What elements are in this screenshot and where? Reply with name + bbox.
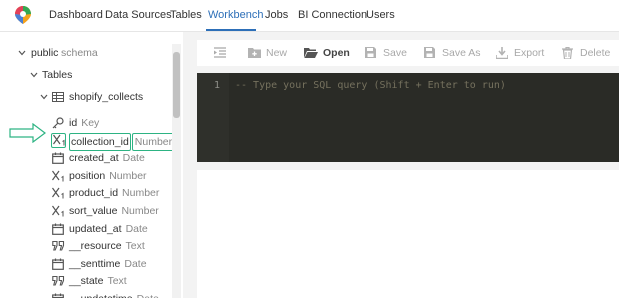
column-name: __resource bbox=[69, 240, 122, 252]
calendar-icon bbox=[52, 223, 64, 239]
new-folder-icon bbox=[248, 48, 261, 58]
export-icon bbox=[496, 47, 508, 59]
indent-icon bbox=[214, 47, 226, 58]
calendar-icon bbox=[52, 258, 64, 274]
sidebar-scrollbar-thumb[interactable] bbox=[173, 52, 180, 118]
top-navigation: Dashboard Data Sources Tables Workbench … bbox=[0, 0, 619, 32]
column-type: Number bbox=[122, 187, 160, 199]
column-name: position bbox=[69, 170, 106, 182]
delete-label: Delete bbox=[580, 47, 611, 59]
column-type: Date bbox=[137, 291, 159, 298]
nav-dashboard[interactable]: Dashboard bbox=[49, 9, 103, 22]
column-name: product_id bbox=[69, 187, 119, 199]
active-tab-indicator bbox=[206, 29, 256, 31]
number-icon bbox=[52, 170, 64, 186]
nav-jobs[interactable]: Jobs bbox=[265, 9, 288, 22]
column-type: Number bbox=[121, 205, 159, 217]
table-row-shopify-collects[interactable]: shopify_collects bbox=[40, 89, 170, 105]
save-label: Save bbox=[383, 47, 407, 59]
column-name: updated_at bbox=[69, 223, 122, 235]
key-icon bbox=[52, 117, 64, 133]
delete-button: Delete bbox=[562, 45, 612, 61]
column-name: created_at bbox=[69, 152, 119, 164]
app-logo-icon[interactable] bbox=[14, 5, 32, 25]
trash-icon bbox=[562, 47, 573, 59]
number-icon bbox=[51, 133, 66, 148]
column-name: __state bbox=[69, 275, 104, 287]
table-icon bbox=[52, 92, 64, 102]
export-label: Export bbox=[514, 47, 545, 59]
new-button: New bbox=[248, 45, 288, 61]
column-type: Key bbox=[81, 117, 100, 129]
column-type: Number bbox=[109, 170, 147, 182]
nav-workbench[interactable]: Workbench bbox=[208, 9, 263, 22]
column-name: id bbox=[69, 117, 78, 129]
open-label: Open bbox=[323, 47, 350, 59]
results-panel bbox=[197, 170, 619, 298]
number-icon bbox=[52, 187, 64, 203]
column-name: __updatetime bbox=[69, 291, 133, 298]
column-name: collection_id bbox=[69, 133, 131, 151]
save-button: Save bbox=[365, 45, 407, 61]
new-label: New bbox=[266, 47, 288, 59]
open-folder-icon bbox=[304, 48, 318, 58]
save-as-icon bbox=[424, 47, 435, 58]
column-name: sort_value bbox=[69, 205, 118, 217]
column-type: Text bbox=[125, 240, 145, 252]
export-button: Export bbox=[496, 45, 546, 61]
quote-icon bbox=[52, 275, 65, 291]
save-as-button: Save As bbox=[424, 45, 481, 61]
calendar-icon bbox=[52, 152, 64, 168]
nav-data-sources[interactable]: Data Sources bbox=[105, 9, 172, 22]
schema-suffix: schema bbox=[61, 47, 98, 59]
chevron-down-icon bbox=[30, 72, 38, 78]
column-name: __senttime bbox=[69, 258, 121, 270]
editor-toolbar: New Open Save Save As Export Delete bbox=[197, 40, 619, 66]
save-as-label: Save As bbox=[442, 47, 481, 59]
table-name: shopify_collects bbox=[69, 91, 144, 103]
sql-editor-placeholder: -- Type your SQL query (Shift + Enter to… bbox=[235, 80, 506, 91]
schema-name: public bbox=[31, 47, 59, 59]
column-type: Date bbox=[124, 258, 147, 270]
column-type: Date bbox=[122, 152, 145, 164]
column-type: Date bbox=[125, 223, 148, 235]
number-icon bbox=[52, 205, 64, 221]
nav-bi-connection[interactable]: BI Connection bbox=[298, 9, 367, 22]
indent-button bbox=[214, 45, 228, 61]
line-number: 1 bbox=[214, 80, 221, 91]
editor-gutter bbox=[197, 73, 229, 162]
open-button[interactable]: Open bbox=[304, 45, 356, 61]
column-type: Number bbox=[131, 133, 176, 151]
column-type: Text bbox=[107, 275, 127, 287]
nav-users[interactable]: Users bbox=[366, 9, 395, 22]
chevron-down-icon bbox=[18, 50, 26, 56]
chevron-down-icon bbox=[40, 94, 48, 100]
save-icon bbox=[365, 47, 376, 58]
quote-icon bbox=[52, 240, 65, 256]
nav-tables[interactable]: Tables bbox=[170, 9, 202, 22]
highlight-arrow-icon bbox=[9, 123, 46, 143]
tables-label: Tables bbox=[42, 69, 73, 81]
calendar-icon bbox=[52, 293, 64, 298]
